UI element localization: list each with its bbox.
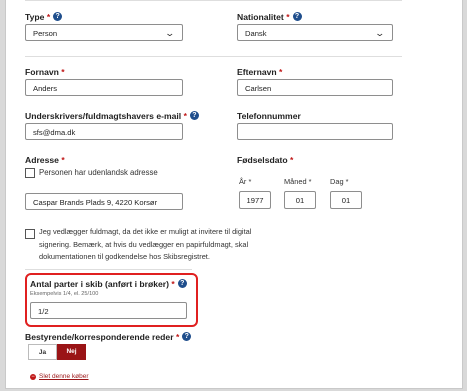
remove-buyer-link[interactable]: − Slet denne køber xyxy=(30,373,89,380)
foreign-address-label: Personen har udenlandsk adresse xyxy=(39,168,158,177)
address-input[interactable]: Caspar Brands Plads 9, 4220 Korsør xyxy=(25,193,183,210)
shares-label: Antal parter i skib (anført i brøker) *? xyxy=(30,279,187,289)
nationality-select[interactable]: Dansk ⌄ xyxy=(237,24,393,41)
help-icon[interactable]: ? xyxy=(189,111,199,120)
email-input[interactable]: sfs@dma.dk xyxy=(25,123,183,140)
phone-label: Telefonnummer xyxy=(237,111,301,121)
foreign-address-checkbox[interactable] xyxy=(25,168,35,178)
phone-input[interactable] xyxy=(237,123,393,140)
help-icon[interactable]: ? xyxy=(177,279,187,288)
help-icon[interactable]: ? xyxy=(292,12,302,21)
managing-owner-yes-button[interactable]: Ja xyxy=(28,344,57,360)
first-name-label: Fornavn * xyxy=(25,67,65,77)
year-label: År * xyxy=(239,177,252,186)
shares-input[interactable]: 1/2 xyxy=(30,302,187,319)
type-select[interactable]: Person ⌄ xyxy=(25,24,183,41)
month-input[interactable]: 01 xyxy=(284,191,316,209)
last-name-label: Efternavn * xyxy=(237,67,283,77)
last-name-input[interactable]: Carlsen xyxy=(237,79,393,96)
month-label: Måned * xyxy=(284,177,312,186)
address-label: Adresse * xyxy=(25,155,65,165)
birthdate-label: Fødselsdato * xyxy=(237,155,294,165)
remove-icon: − xyxy=(30,374,36,380)
chevron-down-icon: ⌄ xyxy=(374,28,386,38)
year-input[interactable]: 1977 xyxy=(239,191,271,209)
help-icon[interactable]: ? xyxy=(53,12,63,21)
divider xyxy=(25,269,192,270)
divider xyxy=(25,56,402,57)
divider xyxy=(25,0,402,1)
email-label: Underskrivers/fuldmagtshavers e-mail *? xyxy=(25,111,199,121)
type-label: Type *? xyxy=(25,12,63,22)
shares-hint: Eksempelvis 1/4, el. 25/100 xyxy=(30,291,99,297)
buyer-form: Type *? Person ⌄ Nationalitet *? Dansk ⌄ F… xyxy=(5,0,463,389)
power-of-attorney-checkbox[interactable] xyxy=(25,229,35,239)
power-of-attorney-text: Jeg vedlægger fuldmagt, da det ikke er m… xyxy=(39,227,252,261)
first-name-input[interactable]: Anders xyxy=(25,79,183,96)
day-label: Dag * xyxy=(330,177,349,186)
managing-owner-label: Bestyrende/korresponderende reder *? xyxy=(25,332,192,342)
managing-owner-no-button[interactable]: Nej xyxy=(57,344,86,360)
day-input[interactable]: 01 xyxy=(330,191,362,209)
chevron-down-icon: ⌄ xyxy=(164,28,176,38)
nationality-label: Nationalitet *? xyxy=(237,12,302,22)
help-icon[interactable]: ? xyxy=(182,332,192,341)
